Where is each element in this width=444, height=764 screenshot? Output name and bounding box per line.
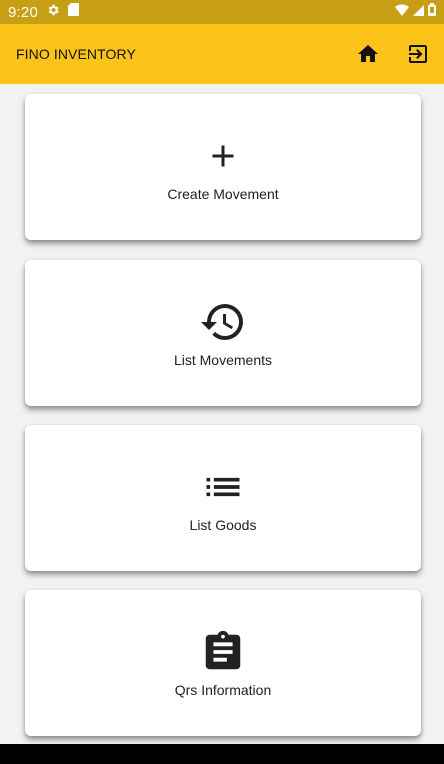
system-nav-bar bbox=[0, 744, 444, 764]
qrs-information-card[interactable]: Qrs Information bbox=[25, 590, 421, 736]
create-movement-card[interactable]: Create Movement bbox=[25, 94, 421, 240]
card-label: Qrs Information bbox=[174, 682, 272, 698]
signal-icon bbox=[413, 3, 424, 21]
list-movements-card[interactable]: List Movements bbox=[25, 260, 421, 406]
home-icon[interactable] bbox=[354, 40, 382, 68]
list-icon bbox=[199, 463, 247, 511]
app-title: FINO INVENTORY bbox=[16, 46, 136, 62]
card-label: Create Movement bbox=[167, 186, 279, 202]
history-icon bbox=[199, 298, 247, 346]
clipboard-icon bbox=[199, 628, 247, 676]
wifi-icon bbox=[395, 3, 409, 21]
logout-icon[interactable] bbox=[404, 40, 432, 68]
menu-list: Create Movement List Movements List Good… bbox=[0, 84, 444, 744]
status-bar: 9:20 bbox=[0, 0, 444, 24]
status-time: 9:20 bbox=[8, 3, 38, 21]
list-goods-card[interactable]: List Goods bbox=[25, 425, 421, 571]
card-label: List Movements bbox=[173, 352, 273, 368]
card-label: List Goods bbox=[189, 517, 257, 533]
battery-icon bbox=[428, 3, 436, 21]
add-icon bbox=[199, 132, 247, 180]
gear-icon bbox=[46, 3, 60, 22]
sd-card-icon bbox=[68, 3, 79, 21]
app-bar: FINO INVENTORY bbox=[0, 24, 444, 84]
